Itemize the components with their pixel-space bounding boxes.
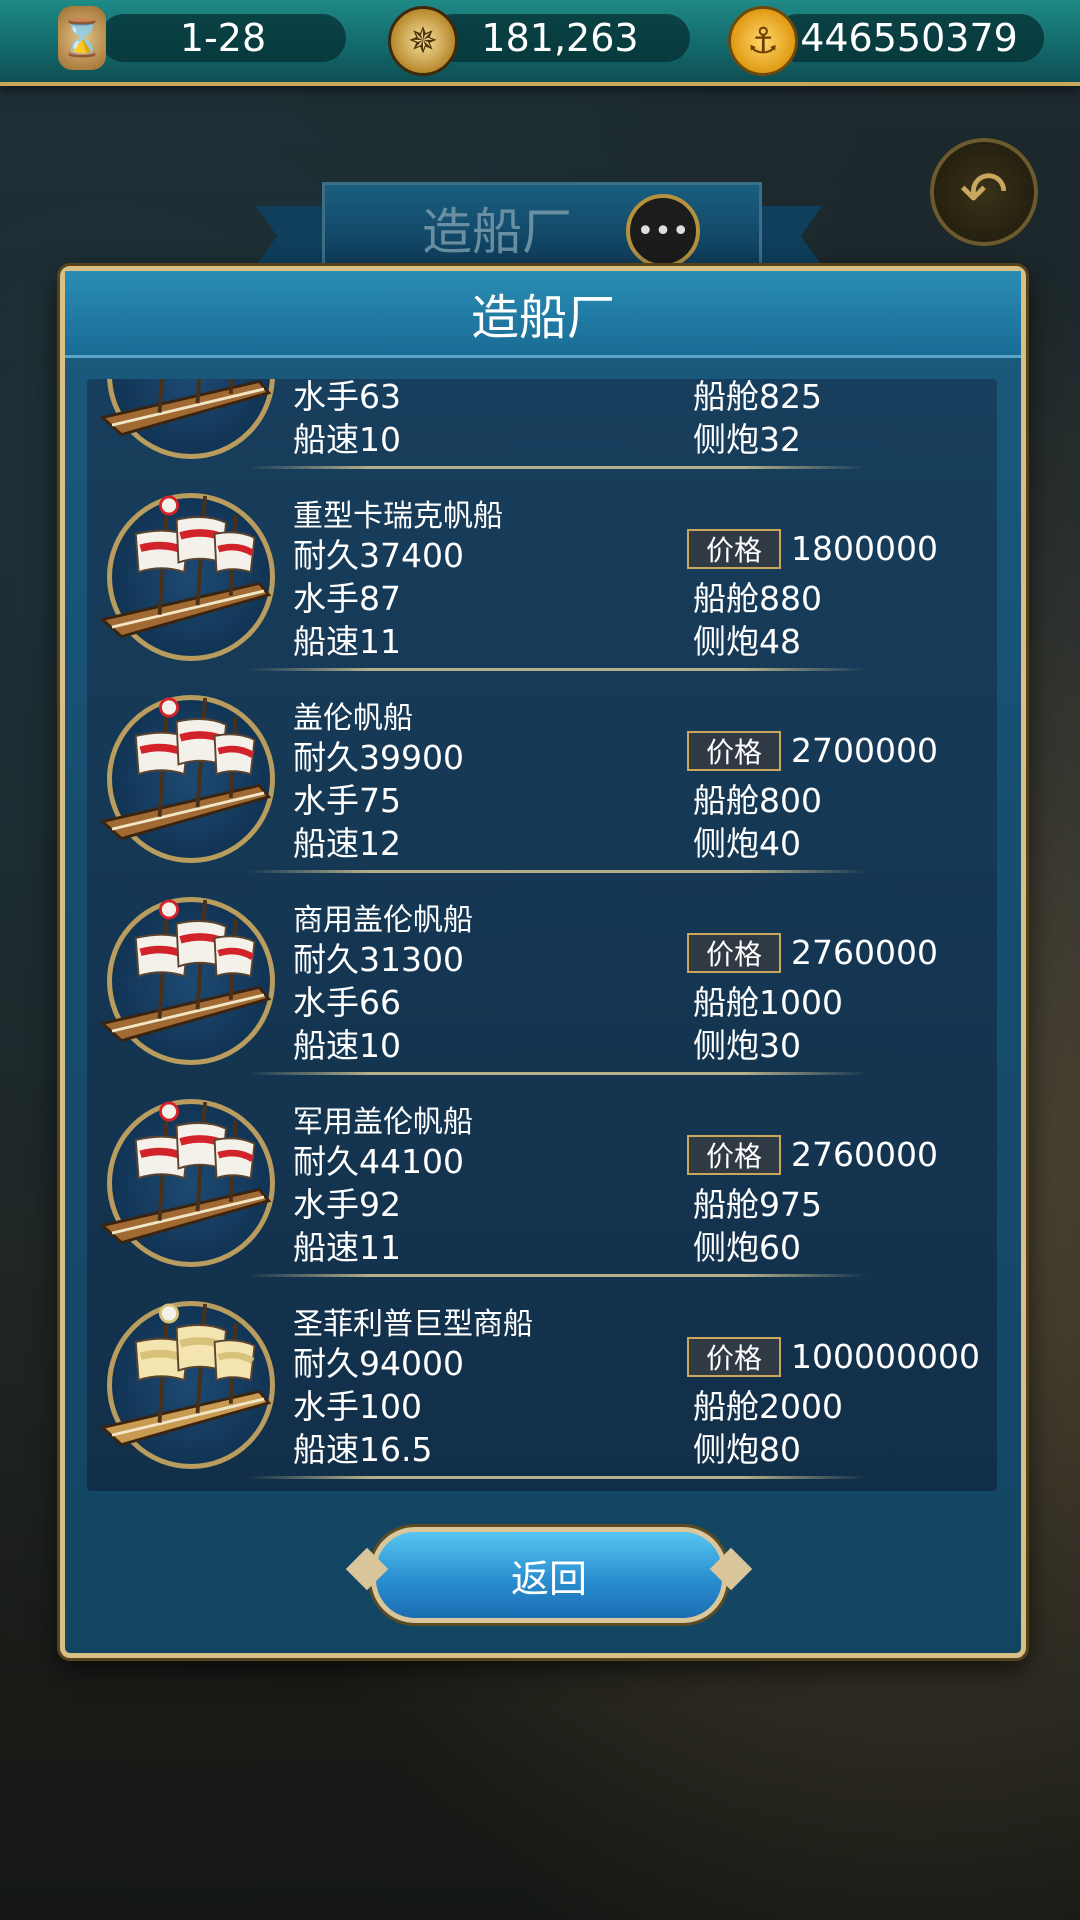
ship-crew: 水手87 (293, 579, 401, 618)
dialog-header: 造船厂 (65, 271, 1021, 358)
ship-crew: 水手75 (293, 781, 401, 820)
ship-cabin: 船舱1000 (693, 983, 843, 1022)
ship-cabin: 船舱2000 (693, 1387, 843, 1426)
top-resource-bar: 1-28 ⌛ 181,263 ✵ 446550379 ⚓ (0, 0, 1080, 86)
ship-row[interactable]: 水手63 船速10 船舱825 侧炮32 (87, 379, 997, 471)
ship-price: 100000000 (791, 1337, 980, 1376)
ship-cannon: 侧炮32 (693, 420, 801, 459)
price-label: 价格 (687, 1135, 781, 1175)
ship-cannon: 侧炮60 (693, 1228, 801, 1267)
ship-durability: 耐久39900 (293, 738, 464, 777)
return-button-label: 返回 (510, 1556, 587, 1601)
ship-cannon: 侧炮40 (693, 824, 801, 863)
ribbon-left (256, 206, 326, 266)
ship-speed: 船速11 (293, 622, 401, 661)
tab-title-text: 造船厂 (422, 203, 572, 261)
ship-crew: 水手92 (293, 1185, 401, 1224)
price-label: 价格 (687, 529, 781, 569)
ship-crew: 水手100 (293, 1387, 422, 1426)
ship-cannon: 侧炮48 (693, 622, 801, 661)
ship-cabin: 船舱880 (693, 579, 822, 618)
price-label: 价格 (687, 1337, 781, 1377)
ship-cannon: 侧炮30 (693, 1026, 801, 1065)
ship-cabin: 船舱975 (693, 1185, 822, 1224)
ship-cabin: 船舱800 (693, 781, 822, 820)
ship-row[interactable]: 盖伦帆船 耐久39900 水手75 船速12 价格 2700000 船舱800 侧炮40 (87, 673, 997, 875)
ship-price: 2760000 (791, 933, 938, 972)
chat-bubble-icon[interactable]: ••• (626, 194, 700, 268)
return-button[interactable]: 返回 (371, 1527, 727, 1623)
compass-icon: ✵ (388, 6, 458, 76)
ship-price: 1800000 (791, 529, 938, 568)
ship-speed: 船速16.5 (293, 1430, 433, 1469)
turn-value: 1-28 (179, 16, 267, 60)
shipyard-dialog: 造船厂 水手63 船速10 船舱825 侧炮32 重型卡瑞克帆船 耐久37400 水手87 船… (60, 266, 1026, 1658)
ship-durability: 耐久44100 (293, 1142, 464, 1181)
turn-counter: 1-28 (100, 14, 346, 62)
ship-cannon: 侧炮80 (693, 1430, 801, 1469)
gold-counter: 446550379 (774, 14, 1044, 62)
back-arrow-icon[interactable]: ↶ (930, 138, 1038, 246)
fame-counter: 181,263 (430, 14, 690, 62)
ship-speed: 船速10 (293, 1026, 401, 1065)
ship-durability: 耐久94000 (293, 1344, 464, 1383)
price-label: 价格 (687, 933, 781, 973)
ship-durability: 耐久31300 (293, 940, 464, 979)
anchor-coin-icon: ⚓ (728, 6, 798, 76)
ship-row[interactable]: 重型卡瑞克帆船 耐久37400 水手87 船速11 价格 1800000 船舱880 侧炮48 (87, 471, 997, 673)
ship-row[interactable]: 商用盖伦帆船 耐久31300 水手66 船速10 价格 2760000 船舱1000 侧炮30 (87, 875, 997, 1077)
ship-durability: 耐久37400 (293, 536, 464, 575)
ship-speed: 船速11 (293, 1228, 401, 1267)
ship-list[interactable]: 水手63 船速10 船舱825 侧炮32 重型卡瑞克帆船 耐久37400 水手87 船速11 价… (87, 379, 997, 1491)
ribbon-right (752, 206, 822, 266)
fame-value: 181,263 (481, 16, 639, 60)
ship-crew: 水手66 (293, 983, 401, 1022)
ship-row[interactable]: 军用盖伦帆船 耐久44100 水手92 船速11 价格 2760000 船舱975 侧炮60 (87, 1077, 997, 1279)
ship-row[interactable]: 圣菲利普巨型商船 耐久94000 水手100 船速16.5 价格 100000000 船舱2… (87, 1279, 997, 1481)
dialog-title: 造船厂 (470, 290, 615, 346)
ship-price: 2700000 (791, 731, 938, 770)
ship-speed: 船速12 (293, 824, 401, 863)
hourglass-icon: ⌛ (58, 6, 106, 70)
ship-speed: 船速10 (293, 420, 401, 459)
price-label: 价格 (687, 731, 781, 771)
ship-price: 2760000 (791, 1135, 938, 1174)
gold-value: 446550379 (800, 16, 1018, 60)
